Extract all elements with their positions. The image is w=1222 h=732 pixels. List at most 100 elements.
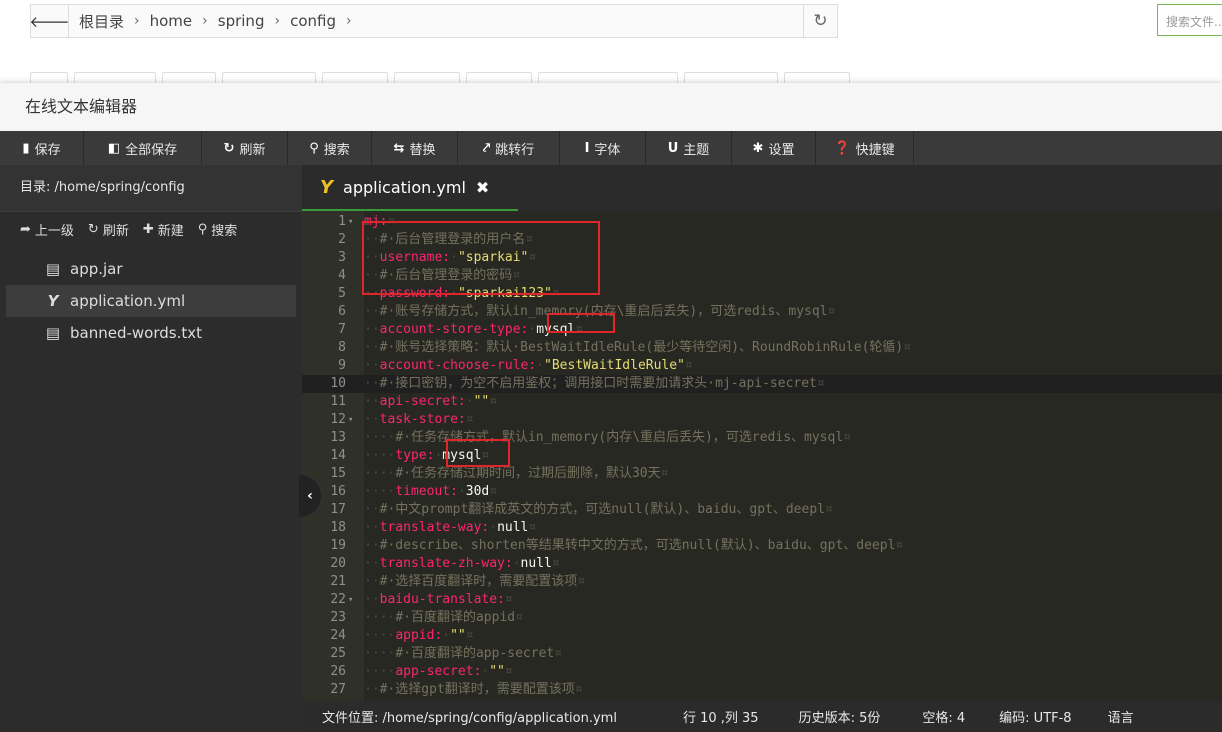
- theme-button[interactable]: U 主题: [646, 131, 732, 165]
- code-line[interactable]: 14 ····type:·mysql¤: [302, 447, 1222, 465]
- chevron-right-icon: ›: [134, 13, 140, 29]
- code-text: ····#·百度翻译的app-secret¤: [364, 646, 563, 661]
- sidebar-search-label: 搜索: [211, 224, 238, 239]
- code-line[interactable]: 11 ··api-secret:·""¤: [302, 393, 1222, 411]
- breadcrumb-item-spring[interactable]: spring: [218, 12, 265, 30]
- settings-label: 设置: [768, 142, 795, 158]
- pin-icon: ⤤: [482, 140, 491, 156]
- back-button[interactable]: 🡐: [29, 5, 70, 37]
- fold-icon[interactable]: ▾: [348, 213, 353, 231]
- code-text: ··baidu-translate:¤: [364, 592, 513, 607]
- sidebar-refresh-button[interactable]: ↻ 刷新: [88, 220, 129, 239]
- line-number: 24: [330, 628, 346, 643]
- line-number: 18: [330, 520, 346, 535]
- code-line[interactable]: 16 ····timeout:·30d¤: [302, 483, 1222, 501]
- arrow-up-icon: ➦: [20, 222, 31, 237]
- goto-line-button[interactable]: ⤤ 跳转行: [458, 131, 560, 165]
- status-indent[interactable]: 空格: 4: [922, 707, 965, 726]
- status-encoding[interactable]: 编码: UTF-8: [999, 707, 1071, 726]
- status-file-location: 文件位置: /home/spring/config/application.ym…: [322, 711, 617, 726]
- code-text: ··#·中文prompt翻译成英文的方式，可选null(默认)、baidu、gp…: [364, 502, 833, 517]
- line-number: 19: [330, 538, 346, 553]
- code-line[interactable]: 12 ▾ ··task-store:¤: [302, 411, 1222, 429]
- code-text: ····#·任务存储方式，默认in_memory(内存\重启后丢失)，可选red…: [364, 430, 851, 445]
- file-icon: ▤: [45, 324, 61, 342]
- save-button[interactable]: ▮ 保存: [0, 131, 84, 165]
- search-input[interactable]: 搜索文件...: [1157, 4, 1222, 36]
- parent-dir-label: 上一级: [34, 224, 74, 239]
- code-line[interactable]: 24 ····appid:·""¤: [302, 627, 1222, 645]
- line-number: 22: [330, 592, 346, 607]
- breadcrumb-item-config[interactable]: config: [290, 12, 336, 30]
- plus-icon: ✚: [142, 222, 154, 237]
- editor-tabs: Y application.yml ✖: [302, 165, 1222, 211]
- chevron-right-icon: ›: [202, 13, 208, 29]
- code-line[interactable]: 22 ▾ ··baidu-translate:¤: [302, 591, 1222, 609]
- close-icon[interactable]: ✖: [476, 178, 489, 197]
- status-history[interactable]: 历史版本: 5份: [799, 707, 881, 726]
- shortcuts-button[interactable]: ❓ 快捷键: [816, 131, 914, 165]
- code-text: ····timeout:·30d¤: [364, 484, 498, 499]
- code-line[interactable]: 13 ····#·任务存储方式，默认in_memory(内存\重启后丢失)，可选r…: [302, 429, 1222, 447]
- refresh-icon: ↻: [813, 11, 828, 31]
- help-icon: ❓: [834, 140, 851, 156]
- sidebar-search-button[interactable]: ⚲ 搜索: [198, 220, 238, 239]
- parent-dir-button[interactable]: ➦ 上一级: [20, 220, 74, 239]
- font-label: 字体: [594, 142, 621, 158]
- save-all-label: 全部保存: [125, 142, 178, 158]
- sidebar-refresh-label: 刷新: [102, 224, 129, 239]
- settings-button[interactable]: ✱ 设置: [732, 131, 816, 165]
- font-button[interactable]: I 字体: [560, 131, 646, 165]
- code-line[interactable]: 8 ··#·账号选择策略：默认·BestWaitIdleRule(最少等待空闲)、…: [302, 339, 1222, 357]
- code-line[interactable]: 15 ····#·任务存储过期时间，过期后删除，默认30天¤: [302, 465, 1222, 483]
- tab-application-yml[interactable]: Y application.yml ✖: [302, 165, 518, 211]
- tab-label: application.yml: [343, 177, 466, 197]
- search-icon: ⚲: [197, 222, 208, 237]
- code-line[interactable]: 9 ··account-choose-rule:·"BestWaitIdleRul…: [302, 357, 1222, 375]
- refresh-icon: ↻: [87, 222, 99, 237]
- line-number: 12: [330, 412, 346, 427]
- line-number: 6: [338, 304, 346, 319]
- line-number: 26: [330, 664, 346, 679]
- file-item-application-yml[interactable]: Yapplication.yml: [6, 285, 296, 317]
- breadcrumb-item-home[interactable]: home: [150, 12, 193, 30]
- code-line[interactable]: 26 ····app-secret:·""¤: [302, 663, 1222, 681]
- file-item-banned-words[interactable]: ▤ banned-words.txt: [0, 317, 302, 349]
- new-file-button[interactable]: ✚ 新建: [143, 220, 184, 239]
- save-all-button[interactable]: ◧ 全部保存: [84, 131, 202, 165]
- code-line[interactable]: 27 ··#·选择gpt翻译时，需要配置该项¤: [302, 681, 1222, 699]
- code-line[interactable]: 18 ··translate-way:·null¤: [302, 519, 1222, 537]
- line-number: 23: [330, 610, 346, 625]
- code-line[interactable]: 23 ····#·百度翻译的appid¤: [302, 609, 1222, 627]
- replace-icon: ⇆: [393, 140, 405, 156]
- code-line[interactable]: 21 ··#·选择百度翻译时，需要配置该项¤: [302, 573, 1222, 591]
- code-editor[interactable]: 1 ▾ mj:¤ 2 ··#·后台管理登录的用户名¤ 3 ··username:·"spar…: [302, 211, 1222, 701]
- save-label: 保存: [34, 142, 61, 158]
- file-item-app-jar[interactable]: ▤ app.jar: [0, 253, 302, 285]
- fold-icon[interactable]: ▾: [348, 411, 353, 429]
- goto-line-label: 跳转行: [495, 142, 535, 158]
- code-line[interactable]: 6 ··#·账号存储方式，默认in_memory(内存\重启后丢失)，可选redi…: [302, 303, 1222, 321]
- code-text: ··#·接口密钥，为空不启用鉴权；调用接口时需要加请求头·mj-api-secr…: [364, 376, 825, 391]
- breadcrumb-item-root[interactable]: 根目录: [79, 11, 124, 32]
- code-line[interactable]: 7 ··account-store-type:·mysql¤: [302, 321, 1222, 339]
- refresh-button[interactable]: ↻: [803, 5, 837, 37]
- line-number: 14: [330, 448, 346, 463]
- editor-dialog: 在线文本编辑器 ▮ 保存 ◧ 全部保存 ↻ 刷新 ⚲ 搜索 ⇆ 替换 ⤤ 跳转行 I 字体 U…: [0, 83, 1222, 732]
- code-text: ··api-secret:·""¤: [364, 394, 498, 409]
- status-language[interactable]: 语言: [1108, 707, 1134, 726]
- code-line[interactable]: 20 ··translate-zh-way:·null¤: [302, 555, 1222, 573]
- replace-button[interactable]: ⇆ 替换: [372, 131, 458, 165]
- refresh-icon: ↻: [223, 140, 235, 156]
- code-line[interactable]: 25 ····#·百度翻译的app-secret¤: [302, 645, 1222, 663]
- fold-icon[interactable]: ▾: [348, 591, 353, 609]
- line-number: 21: [330, 574, 346, 589]
- search-button[interactable]: ⚲ 搜索: [288, 131, 372, 165]
- code-line[interactable]: 10 ··#·接口密钥，为空不启用鉴权；调用接口时需要加请求头·mj-api-se…: [302, 375, 1222, 393]
- code-line[interactable]: 17 ··#·中文prompt翻译成英文的方式，可选null(默认)、baidu、…: [302, 501, 1222, 519]
- line-number: 1: [338, 214, 346, 229]
- theme-icon: U: [667, 140, 679, 156]
- refresh-button[interactable]: ↻ 刷新: [202, 131, 288, 165]
- code-line[interactable]: 19 ··#·describe、shorten等结果转中文的方式，可选null(默…: [302, 537, 1222, 555]
- line-number: 3: [338, 250, 346, 265]
